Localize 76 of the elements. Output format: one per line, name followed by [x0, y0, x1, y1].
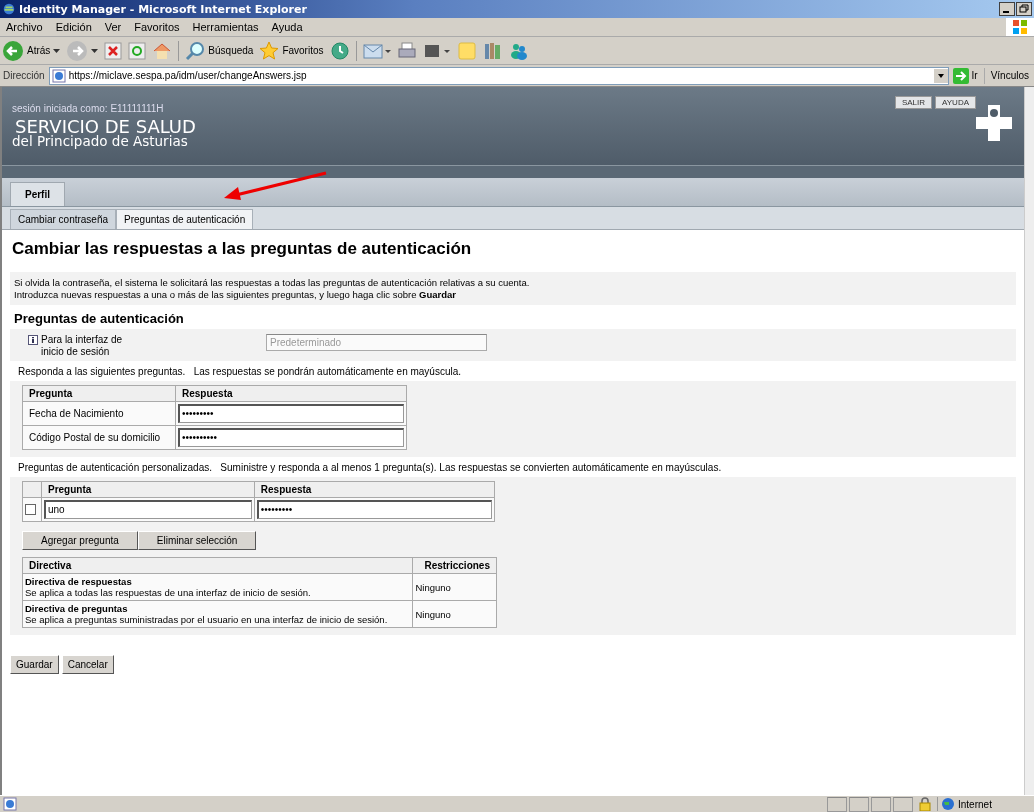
column-header: Respuesta	[175, 385, 407, 402]
checkbox[interactable]	[25, 504, 36, 516]
status-panel	[893, 796, 913, 812]
search-button[interactable]: Búsqueda	[185, 40, 254, 61]
menu-item[interactable]: Herramientas	[192, 21, 259, 33]
dropdown-icon[interactable]	[933, 68, 948, 83]
organization-subtitle: del Principado de Asturias	[12, 135, 189, 148]
tab[interactable]: Perfil	[10, 182, 65, 206]
action-button[interactable]: Agregar pregunta	[22, 531, 138, 550]
globe-icon	[941, 797, 955, 811]
question-cell: Código Postal de su domicilio	[22, 425, 176, 450]
history-icon[interactable]	[329, 40, 350, 61]
info-icon	[28, 335, 38, 345]
intro-text: Si olvida la contraseña, el sistema le solicitará las respuestas a todas las preguntas de autenticación relativas a su cuenta.	[14, 277, 531, 289]
forward-button[interactable]	[66, 39, 99, 62]
restore-button[interactable]	[1016, 2, 1032, 16]
answer-field[interactable]: ••••••••••	[178, 428, 404, 447]
policy-name: Directiva de respuestas	[25, 576, 133, 587]
organization-name: SERVICIO DE SALUD	[15, 118, 196, 135]
stop-icon[interactable]	[104, 41, 123, 60]
menu-item[interactable]: Ver	[104, 21, 122, 33]
answer-field[interactable]: •••••••••	[178, 404, 404, 423]
header-button[interactable]: SALIR	[894, 96, 933, 109]
instruction-text: Preguntas de autenticación personalizadas. Suministre y responda a al menos 1 pregunta(s). Las respuestas se convierten automáticamente en mayúsculas.	[18, 462, 723, 473]
form-button[interactable]: Cancelar	[61, 655, 114, 674]
instruction-text: Responda a las siguientes preguntas. Las respuestas se pondrán automáticamente en mayúscula.	[18, 366, 463, 377]
menu-item[interactable]: Archivo	[6, 21, 43, 33]
restriction-cell: Ninguno	[412, 600, 497, 628]
back-button[interactable]: Atrás	[2, 39, 61, 62]
policy-description: Se aplica a preguntas suministradas por el usuario en una interfaz de inicio de sesión.	[25, 614, 389, 625]
status-panel	[849, 796, 869, 812]
question-field[interactable]: uno	[44, 500, 252, 519]
star-icon	[259, 40, 280, 61]
print-icon[interactable]	[396, 40, 417, 61]
window-title: Identity Manager - Microsoft Internet Explorer	[19, 2, 308, 16]
globe-icon	[2, 2, 16, 16]
page-heading: Cambiar las respuestas a las preguntas de autenticación	[12, 239, 473, 259]
security-zone: Internet	[937, 797, 1031, 811]
restriction-cell: Ninguno	[412, 573, 497, 601]
status-panel	[827, 796, 847, 812]
column-header: Pregunta	[41, 481, 255, 498]
favorites-button[interactable]: Favoritos	[259, 40, 324, 61]
column-header: Pregunta	[22, 385, 176, 402]
session-text: sesión iniciada como: E11111111H	[12, 103, 165, 114]
address-label: Dirección	[3, 70, 45, 81]
page-icon	[51, 68, 66, 83]
subtab[interactable]: Preguntas de autenticación	[116, 209, 254, 229]
subtab[interactable]: Cambiar contraseña	[10, 209, 117, 229]
caret-icon	[91, 48, 99, 53]
caret-icon	[53, 48, 61, 53]
windows-flag-icon	[1006, 18, 1034, 36]
interface-label: Para la interfaz de inicio de sesión	[41, 334, 124, 358]
answer-field[interactable]: •••••••••	[256, 500, 492, 519]
menu-item[interactable]: Ayuda	[271, 21, 303, 33]
intro-text: Introduzca nuevas respuestas a una o más de las siguientes preguntas, y luego haga clic sobre Guardar	[14, 289, 458, 301]
form-button[interactable]: Guardar	[10, 655, 59, 674]
policy-name: Directiva de preguntas	[25, 603, 129, 614]
links-button[interactable]: Vínculos	[988, 70, 1031, 81]
menu-item[interactable]: Favoritos	[134, 21, 180, 33]
policy-description: Se aplica a todas las respuestas de una interfaz de inicio de sesión.	[25, 587, 312, 598]
section-title: Preguntas de autenticación	[14, 311, 185, 326]
question-cell: Fecha de Nacimiento	[22, 401, 176, 426]
column-header: Directiva	[22, 557, 413, 574]
refresh-icon[interactable]	[128, 41, 147, 60]
cross-logo-icon	[974, 103, 1014, 143]
search-icon	[185, 40, 206, 61]
header-button[interactable]: AYUDA	[935, 96, 976, 109]
column-header: Respuesta	[254, 481, 495, 498]
address-field[interactable]: https://miclave.sespa.pa/idm/user/changeAnswers.jsp	[48, 66, 949, 85]
books-icon[interactable]	[482, 40, 503, 61]
status-panel	[871, 796, 891, 812]
column-header: Restricciones	[412, 557, 497, 574]
minimize-button[interactable]	[999, 2, 1015, 16]
menu-item[interactable]: Edición	[55, 21, 92, 33]
action-button[interactable]: Eliminar selección	[137, 531, 257, 550]
lock-icon	[919, 797, 931, 811]
